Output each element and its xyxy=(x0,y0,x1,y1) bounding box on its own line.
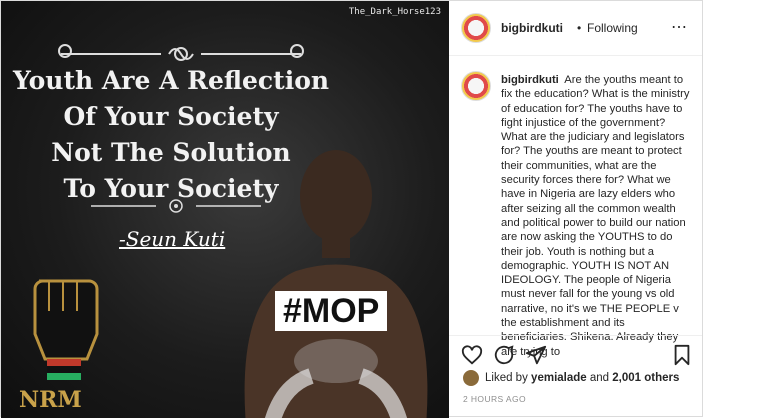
timestamp[interactable]: 2 HOURS AGO xyxy=(463,394,526,404)
liker-avatar[interactable] xyxy=(463,370,479,386)
likes-and: and xyxy=(589,372,610,385)
caption-text: Are the youths meant to fix the educatio… xyxy=(501,74,690,358)
caption-avatar[interactable] xyxy=(461,71,491,101)
comment-icon[interactable] xyxy=(493,344,515,366)
bookmark-icon[interactable] xyxy=(671,344,693,366)
heart-icon[interactable] xyxy=(461,344,483,366)
header-username[interactable]: bigbirdkuti xyxy=(501,21,563,35)
likes-others[interactable]: 2,001 others xyxy=(612,372,679,384)
caption-username[interactable]: bigbirdkuti xyxy=(501,74,559,86)
more-options-icon[interactable]: ⋯ xyxy=(671,17,688,37)
likes-summary: Liked by yemialade and 2,001 others xyxy=(463,370,679,386)
share-icon[interactable] xyxy=(525,344,547,366)
raised-fist-icon xyxy=(33,279,99,380)
post-header: bigbirdkuti • Following ⋯ xyxy=(449,1,702,56)
watermark: The_Dark_Horse123 xyxy=(348,7,441,17)
caption: bigbirdkuti Are the youths meant to fix … xyxy=(501,73,691,359)
post-sidebar: bigbirdkuti • Following ⋯ bigbirdkuti Ar… xyxy=(449,1,702,418)
logo-text: NRM xyxy=(19,387,82,413)
following-button[interactable]: Following xyxy=(587,21,638,35)
instagram-post: The_Dark_Horse123 Youth Are A Reflection… xyxy=(0,0,703,418)
person-silhouette xyxy=(244,150,428,418)
hashtag-badge: #MOP xyxy=(275,291,388,331)
signature: -Seun Kuti xyxy=(119,227,226,251)
likes-prefix: Liked by xyxy=(485,372,528,385)
post-image[interactable]: The_Dark_Horse123 Youth Are A Reflection… xyxy=(1,1,449,418)
avatar[interactable] xyxy=(461,13,491,43)
quote-line-1: Youth Are A Reflection xyxy=(12,66,330,95)
separator-dot: • xyxy=(577,21,582,35)
liker-username[interactable]: yemialade xyxy=(531,372,587,384)
